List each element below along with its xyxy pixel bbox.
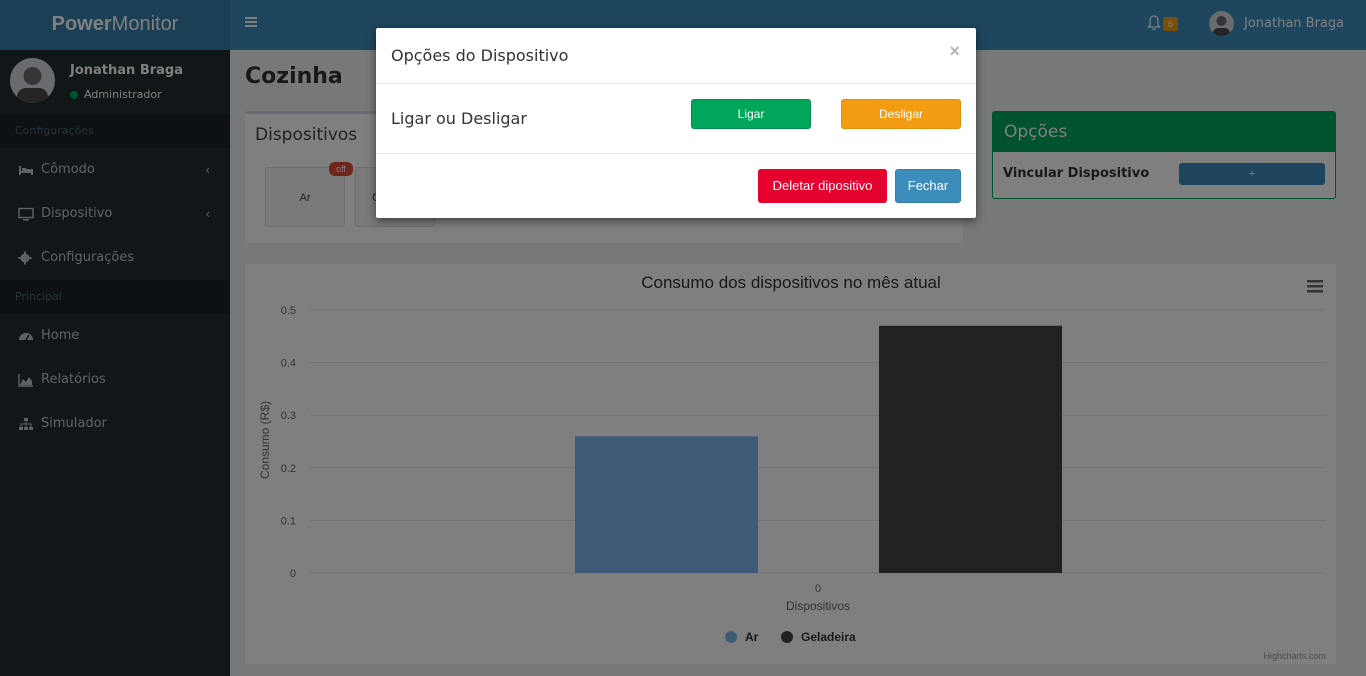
toggle-label: Ligar ou Desligar xyxy=(391,109,527,128)
device-options-modal: Opções do Dispositivo × Ligar ou Desliga… xyxy=(376,28,976,218)
close-button[interactable]: Fechar xyxy=(895,169,961,203)
close-icon[interactable]: × xyxy=(949,41,960,62)
modal-body: Ligar ou Desligar Ligar Desligar xyxy=(376,84,976,154)
modal-header: Opções do Dispositivo × xyxy=(376,28,976,84)
delete-device-button[interactable]: Deletar dipositivo xyxy=(758,169,887,203)
turn-on-button[interactable]: Ligar xyxy=(691,99,811,129)
turn-off-button[interactable]: Desligar xyxy=(841,99,961,129)
modal-title: Opções do Dispositivo xyxy=(391,46,569,65)
